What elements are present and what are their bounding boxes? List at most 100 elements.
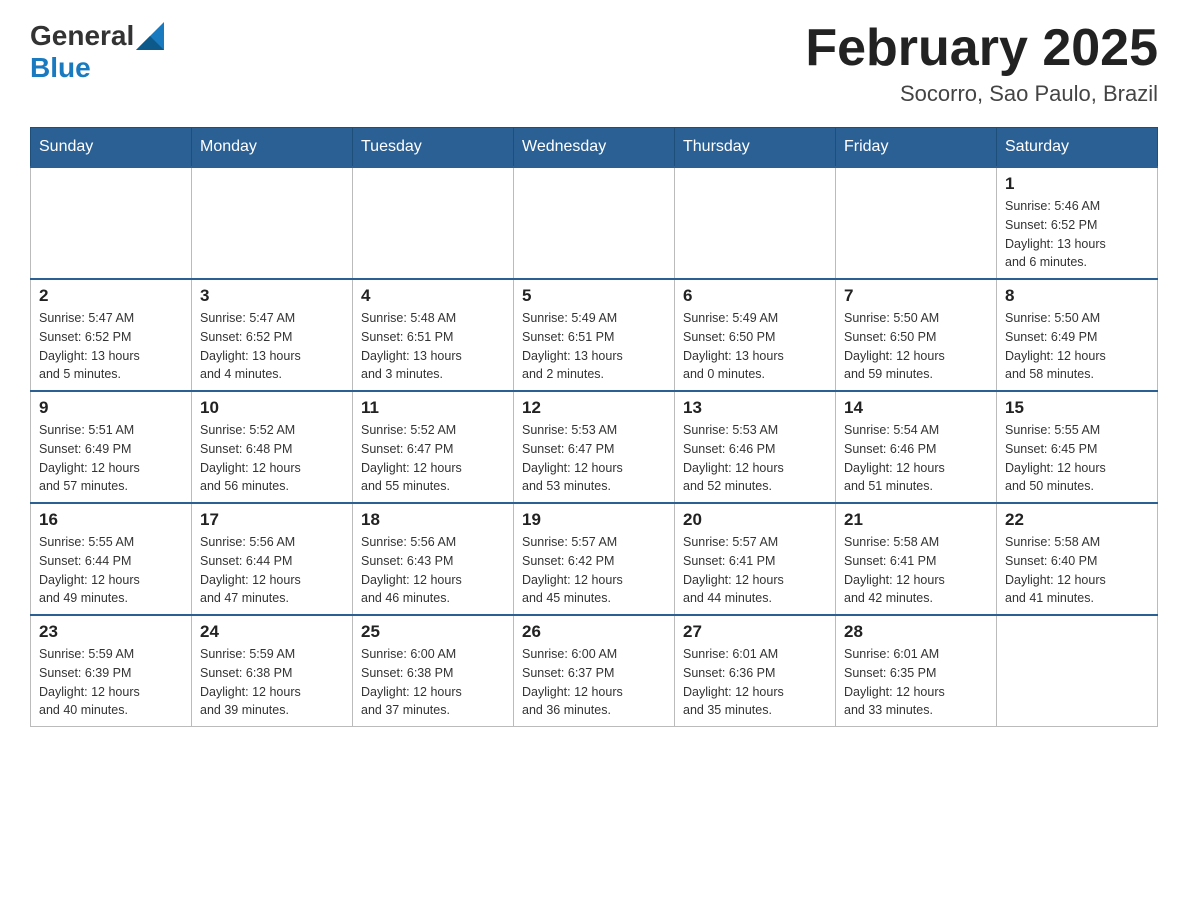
day-number: 14 — [844, 398, 988, 418]
calendar-cell: 17 Sunrise: 5:56 AM Sunset: 6:44 PM Dayli… — [192, 503, 353, 615]
calendar-cell — [31, 167, 192, 279]
day-info: Sunrise: 5:49 AM Sunset: 6:50 PM Dayligh… — [683, 309, 827, 384]
day-info: Sunrise: 5:52 AM Sunset: 6:47 PM Dayligh… — [361, 421, 505, 496]
day-number: 8 — [1005, 286, 1149, 306]
day-info: Sunrise: 5:47 AM Sunset: 6:52 PM Dayligh… — [200, 309, 344, 384]
day-info: Sunrise: 6:01 AM Sunset: 6:36 PM Dayligh… — [683, 645, 827, 720]
logo-blue-text: Blue — [30, 52, 91, 84]
day-number: 21 — [844, 510, 988, 530]
weekday-header-saturday: Saturday — [997, 128, 1158, 168]
calendar-cell: 1 Sunrise: 5:46 AM Sunset: 6:52 PM Daylig… — [997, 167, 1158, 279]
calendar-cell: 26Sunrise: 6:00 AM Sunset: 6:37 PM Dayli… — [514, 615, 675, 727]
day-number: 10 — [200, 398, 344, 418]
day-number: 17 — [200, 510, 344, 530]
weekday-header-thursday: Thursday — [675, 128, 836, 168]
calendar-cell: 24Sunrise: 5:59 AM Sunset: 6:38 PM Dayli… — [192, 615, 353, 727]
calendar-cell: 27Sunrise: 6:01 AM Sunset: 6:36 PM Dayli… — [675, 615, 836, 727]
calendar-cell: 19 Sunrise: 5:57 AM Sunset: 6:42 PM Dayli… — [514, 503, 675, 615]
day-info: Sunrise: 5:56 AM Sunset: 6:43 PM Dayligh… — [361, 533, 505, 608]
day-number: 15 — [1005, 398, 1149, 418]
month-year-title: February 2025 — [805, 20, 1158, 77]
day-number: 6 — [683, 286, 827, 306]
day-number: 3 — [200, 286, 344, 306]
calendar-cell: 13 Sunrise: 5:53 AM Sunset: 6:46 PM Dayli… — [675, 391, 836, 503]
day-info: Sunrise: 6:00 AM Sunset: 6:38 PM Dayligh… — [361, 645, 505, 720]
page-header: General Blue February 2025 Socorro, Sao … — [30, 20, 1158, 107]
calendar-cell — [514, 167, 675, 279]
day-info: Sunrise: 5:47 AM Sunset: 6:52 PM Dayligh… — [39, 309, 183, 384]
day-number: 7 — [844, 286, 988, 306]
day-info: Sunrise: 5:53 AM Sunset: 6:46 PM Dayligh… — [683, 421, 827, 496]
calendar-cell — [836, 167, 997, 279]
day-info: Sunrise: 5:55 AM Sunset: 6:45 PM Dayligh… — [1005, 421, 1149, 496]
calendar-cell: 25 Sunrise: 6:00 AM Sunset: 6:38 PM Dayli… — [353, 615, 514, 727]
day-number: 20 — [683, 510, 827, 530]
day-number: 1 — [1005, 174, 1149, 194]
logo-general-text: General — [30, 20, 134, 52]
day-info: Sunrise: 5:56 AM Sunset: 6:44 PM Dayligh… — [200, 533, 344, 608]
calendar-cell — [192, 167, 353, 279]
day-info: Sunrise: 6:01 AM Sunset: 6:35 PM Dayligh… — [844, 645, 988, 720]
day-number: 25 — [361, 622, 505, 642]
calendar-cell — [997, 615, 1158, 727]
day-number: 26 — [522, 622, 666, 642]
day-info: Sunrise: 5:46 AM Sunset: 6:52 PM Dayligh… — [1005, 197, 1149, 272]
day-number: 9 — [39, 398, 183, 418]
calendar-cell: 9 Sunrise: 5:51 AM Sunset: 6:49 PM Daylig… — [31, 391, 192, 503]
week-row-5: 23 Sunrise: 5:59 AM Sunset: 6:39 PM Dayli… — [31, 615, 1158, 727]
calendar-cell: 4Sunrise: 5:48 AM Sunset: 6:51 PM Daylig… — [353, 279, 514, 391]
calendar-cell: 16 Sunrise: 5:55 AM Sunset: 6:44 PM Dayli… — [31, 503, 192, 615]
day-info: Sunrise: 5:55 AM Sunset: 6:44 PM Dayligh… — [39, 533, 183, 608]
calendar-cell: 15 Sunrise: 5:55 AM Sunset: 6:45 PM Dayli… — [997, 391, 1158, 503]
calendar-cell: 18 Sunrise: 5:56 AM Sunset: 6:43 PM Dayli… — [353, 503, 514, 615]
weekday-header-tuesday: Tuesday — [353, 128, 514, 168]
day-info: Sunrise: 5:57 AM Sunset: 6:41 PM Dayligh… — [683, 533, 827, 608]
day-number: 19 — [522, 510, 666, 530]
day-info: Sunrise: 5:49 AM Sunset: 6:51 PM Dayligh… — [522, 309, 666, 384]
day-number: 16 — [39, 510, 183, 530]
day-info: Sunrise: 5:51 AM Sunset: 6:49 PM Dayligh… — [39, 421, 183, 496]
day-number: 28 — [844, 622, 988, 642]
week-row-2: 2 Sunrise: 5:47 AM Sunset: 6:52 PM Daylig… — [31, 279, 1158, 391]
calendar-cell: 23 Sunrise: 5:59 AM Sunset: 6:39 PM Dayli… — [31, 615, 192, 727]
day-number: 24 — [200, 622, 344, 642]
calendar-table: SundayMondayTuesdayWednesdayThursdayFrid… — [30, 127, 1158, 727]
day-number: 5 — [522, 286, 666, 306]
calendar-cell: 3 Sunrise: 5:47 AM Sunset: 6:52 PM Daylig… — [192, 279, 353, 391]
location-subtitle: Socorro, Sao Paulo, Brazil — [805, 81, 1158, 107]
calendar-cell: 5 Sunrise: 5:49 AM Sunset: 6:51 PM Daylig… — [514, 279, 675, 391]
day-info: Sunrise: 5:58 AM Sunset: 6:40 PM Dayligh… — [1005, 533, 1149, 608]
day-number: 18 — [361, 510, 505, 530]
week-row-1: 1 Sunrise: 5:46 AM Sunset: 6:52 PM Daylig… — [31, 167, 1158, 279]
calendar-cell — [675, 167, 836, 279]
day-number: 22 — [1005, 510, 1149, 530]
logo: General Blue — [30, 20, 166, 84]
day-info: Sunrise: 5:58 AM Sunset: 6:41 PM Dayligh… — [844, 533, 988, 608]
calendar-cell: 28 Sunrise: 6:01 AM Sunset: 6:35 PM Dayli… — [836, 615, 997, 727]
calendar-cell: 2 Sunrise: 5:47 AM Sunset: 6:52 PM Daylig… — [31, 279, 192, 391]
calendar-cell: 12Sunrise: 5:53 AM Sunset: 6:47 PM Dayli… — [514, 391, 675, 503]
calendar-cell: 14 Sunrise: 5:54 AM Sunset: 6:46 PM Dayli… — [836, 391, 997, 503]
calendar-cell: 11 Sunrise: 5:52 AM Sunset: 6:47 PM Dayli… — [353, 391, 514, 503]
weekday-header-sunday: Sunday — [31, 128, 192, 168]
day-info: Sunrise: 5:52 AM Sunset: 6:48 PM Dayligh… — [200, 421, 344, 496]
day-info: Sunrise: 5:54 AM Sunset: 6:46 PM Dayligh… — [844, 421, 988, 496]
day-number: 11 — [361, 398, 505, 418]
day-info: Sunrise: 5:57 AM Sunset: 6:42 PM Dayligh… — [522, 533, 666, 608]
week-row-4: 16 Sunrise: 5:55 AM Sunset: 6:44 PM Dayli… — [31, 503, 1158, 615]
calendar-cell: 22 Sunrise: 5:58 AM Sunset: 6:40 PM Dayli… — [997, 503, 1158, 615]
day-number: 13 — [683, 398, 827, 418]
day-number: 2 — [39, 286, 183, 306]
calendar-cell: 6 Sunrise: 5:49 AM Sunset: 6:50 PM Daylig… — [675, 279, 836, 391]
day-info: Sunrise: 5:53 AM Sunset: 6:47 PM Dayligh… — [522, 421, 666, 496]
calendar-cell: 8Sunrise: 5:50 AM Sunset: 6:49 PM Daylig… — [997, 279, 1158, 391]
day-info: Sunrise: 5:59 AM Sunset: 6:39 PM Dayligh… — [39, 645, 183, 720]
day-info: Sunrise: 5:50 AM Sunset: 6:50 PM Dayligh… — [844, 309, 988, 384]
day-number: 23 — [39, 622, 183, 642]
calendar-cell: 21 Sunrise: 5:58 AM Sunset: 6:41 PM Dayli… — [836, 503, 997, 615]
weekday-header-monday: Monday — [192, 128, 353, 168]
weekday-header-friday: Friday — [836, 128, 997, 168]
logo-icon — [136, 22, 164, 50]
week-row-3: 9 Sunrise: 5:51 AM Sunset: 6:49 PM Daylig… — [31, 391, 1158, 503]
title-section: February 2025 Socorro, Sao Paulo, Brazil — [805, 20, 1158, 107]
